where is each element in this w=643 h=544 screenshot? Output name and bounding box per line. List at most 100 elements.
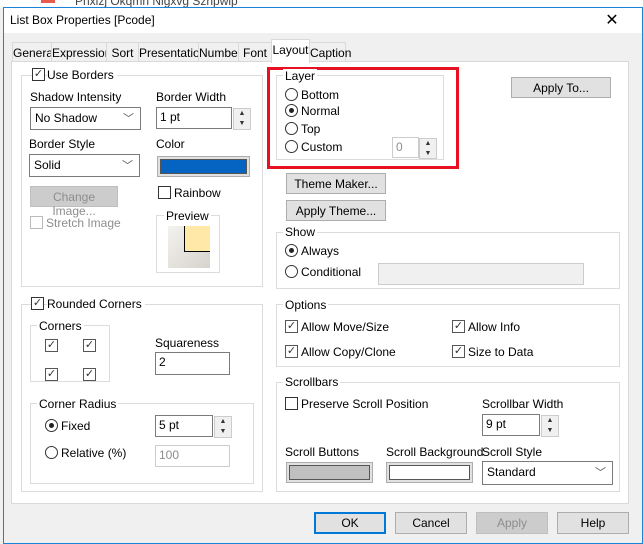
scroll-buttons-color-button[interactable] — [286, 462, 373, 483]
fixed-label: Fixed — [61, 419, 91, 433]
allow-copy-clone-checkbox[interactable]: ✓ — [285, 345, 298, 358]
cancel-button[interactable]: Cancel — [395, 512, 467, 534]
squareness-label: Squareness — [155, 336, 220, 350]
show-label: Show — [283, 225, 318, 239]
spinner-arrows-icon[interactable]: ▲ ▼ — [214, 416, 232, 438]
chevron-down-icon: ﹀ — [595, 467, 606, 479]
corners-label: Corners — [37, 319, 84, 333]
tab-layout[interactable]: Layout — [271, 39, 310, 63]
relative-label: Relative (%) — [61, 446, 127, 460]
tab-presentation[interactable]: Presentation — [138, 42, 206, 62]
title-bar: List Box Properties [Pcode] ✕ — [4, 8, 642, 33]
scroll-background-color-button[interactable] — [386, 462, 473, 483]
chevron-down-icon: ﹀ — [123, 113, 134, 125]
shadow-intensity-label: Shadow Intensity — [30, 90, 122, 104]
show-conditional-radio[interactable] — [285, 265, 298, 278]
allow-copy-clone-label: Allow Copy/Clone — [301, 345, 396, 359]
tab-general[interactable]: General — [12, 42, 56, 62]
apply-button[interactable]: Apply — [476, 512, 548, 534]
allow-info-label: Allow Info — [468, 320, 521, 334]
layer-normal-radio[interactable] — [285, 104, 298, 117]
corners-group — [30, 325, 110, 382]
allow-move-size-label: Allow Move/Size — [301, 320, 390, 334]
preview-image — [184, 226, 210, 252]
corner-bottom-right-checkbox[interactable]: ✓ — [83, 368, 96, 381]
color-swatch — [160, 159, 247, 174]
scrollbar-width-label: Scrollbar Width — [482, 397, 564, 411]
allow-info-checkbox[interactable]: ✓ — [452, 320, 465, 333]
spinner-arrows-icon[interactable]: ▲ ▼ — [541, 415, 559, 437]
layer-top-radio[interactable] — [285, 122, 298, 135]
preserve-scroll-position-label: Preserve Scroll Position — [301, 397, 429, 411]
border-width-value: 1 pt — [160, 110, 181, 124]
relative-radius-input[interactable]: 100 — [155, 445, 230, 467]
fixed-radius-value: 5 pt — [159, 418, 180, 432]
border-width-label: Border Width — [156, 90, 227, 104]
show-always-radio[interactable] — [285, 244, 298, 257]
preview-label: Preview — [164, 209, 211, 223]
use-borders-checkbox[interactable]: ✓ — [32, 68, 45, 81]
shadow-intensity-value: No Shadow — [35, 111, 98, 125]
stretch-image-checkbox[interactable] — [30, 216, 43, 229]
border-style-select[interactable]: Solid ﹀ — [29, 154, 140, 177]
fixed-radius-input[interactable]: 5 pt ▲ ▼ — [155, 415, 232, 438]
layer-custom-label: Custom — [301, 140, 343, 154]
allow-move-size-checkbox[interactable]: ✓ — [285, 320, 298, 333]
layer-bottom-label: Bottom — [301, 88, 340, 102]
corner-top-left-checkbox[interactable]: ✓ — [45, 339, 58, 352]
tab-number[interactable]: Number — [198, 42, 242, 62]
chevron-down-icon: ﹀ — [122, 160, 133, 172]
rainbow-label: Rainbow — [174, 186, 221, 200]
ok-button[interactable]: OK — [314, 512, 386, 534]
show-always-label: Always — [301, 244, 340, 258]
color-swatch — [289, 465, 370, 480]
spinner-arrows-icon[interactable]: ▲ ▼ — [419, 138, 437, 159]
scroll-background-label: Scroll Background — [386, 445, 484, 459]
layer-bottom-radio[interactable] — [285, 88, 298, 101]
corner-top-right-checkbox[interactable]: ✓ — [83, 339, 96, 352]
apply-theme-button[interactable]: Apply Theme... — [286, 200, 386, 221]
layer-label: Layer — [283, 69, 318, 83]
rounded-corners-label: Rounded Corners — [47, 297, 145, 311]
corner-bottom-left-checkbox[interactable]: ✓ — [45, 368, 58, 381]
apply-to-button[interactable]: Apply To... — [511, 77, 611, 98]
layer-custom-value: 0 — [396, 140, 403, 154]
size-to-data-checkbox[interactable]: ✓ — [452, 345, 465, 358]
spinner-arrows-icon[interactable]: ▲ ▼ — [233, 108, 251, 130]
scroll-style-value: Standard — [487, 465, 536, 479]
tab-font[interactable]: Font — [238, 42, 272, 62]
help-button[interactable]: Help — [557, 512, 629, 534]
squareness-input[interactable]: 2 — [155, 352, 230, 375]
background-icon — [41, 0, 55, 3]
layer-custom-radio[interactable] — [285, 140, 298, 153]
border-width-input[interactable]: 1 pt ▲ ▼ — [156, 107, 251, 130]
tab-caption[interactable]: Caption — [309, 42, 351, 62]
scroll-buttons-label: Scroll Buttons — [285, 445, 360, 459]
color-swatch — [389, 465, 470, 480]
scroll-style-label: Scroll Style — [482, 445, 543, 459]
relative-radio[interactable] — [45, 446, 58, 459]
change-image-button[interactable]: Change Image... — [30, 186, 118, 218]
layer-custom-input[interactable]: 0 ▲ ▼ — [392, 137, 437, 159]
window-title: List Box Properties [Pcode] — [10, 13, 155, 27]
show-conditional-label: Conditional — [301, 265, 362, 279]
rainbow-checkbox[interactable] — [158, 186, 171, 199]
layer-normal-label: Normal — [301, 104, 340, 118]
preserve-scroll-position-checkbox[interactable] — [285, 397, 298, 410]
border-color-button[interactable] — [157, 156, 250, 177]
shadow-intensity-select[interactable]: No Shadow ﹀ — [30, 107, 141, 130]
color-label: Color — [156, 137, 185, 151]
conditional-expression-input[interactable] — [378, 263, 584, 285]
options-label: Options — [283, 298, 329, 312]
close-icon[interactable]: ✕ — [600, 10, 624, 30]
rounded-corners-checkbox[interactable]: ✓ — [31, 297, 44, 310]
scrollbar-width-input[interactable]: 9 pt ▲ ▼ — [482, 414, 559, 437]
fixed-radio[interactable] — [45, 419, 58, 432]
preview-group — [156, 215, 220, 273]
tab-expressions[interactable]: Expressions — [51, 42, 117, 62]
tab-sort[interactable]: Sort — [106, 42, 139, 62]
scroll-style-select[interactable]: Standard ﹀ — [482, 461, 613, 485]
theme-maker-button[interactable]: Theme Maker... — [286, 173, 386, 194]
border-style-label: Border Style — [29, 137, 96, 151]
stretch-image-label: Stretch Image — [46, 216, 121, 230]
